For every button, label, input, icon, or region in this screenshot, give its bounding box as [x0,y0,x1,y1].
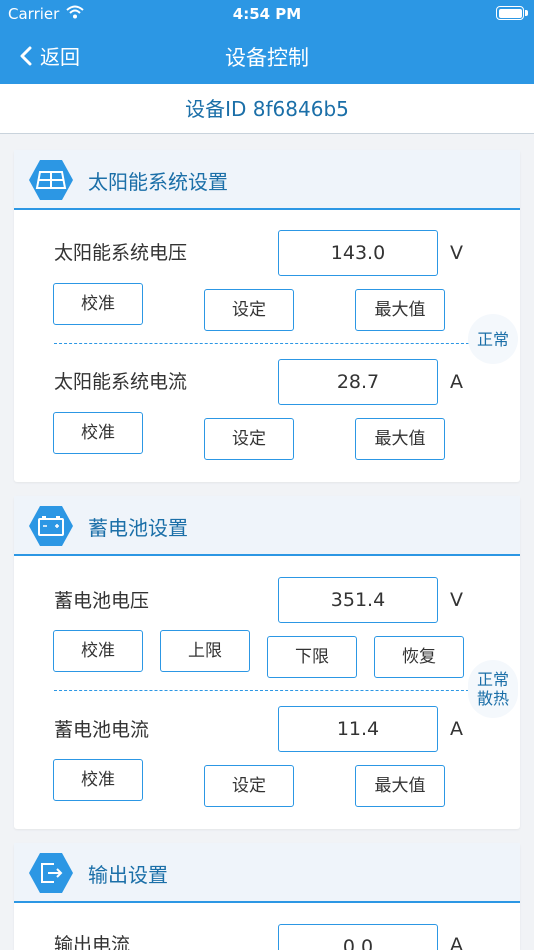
battery-current-max-button[interactable]: 最大值 [355,765,445,807]
solar-card-header: 太阳能系统设置 [14,150,520,210]
battery-status-badge: 正常 散热 [468,660,518,718]
battery-current-set-button[interactable]: 设定 [204,765,294,807]
battery-card-header: 蓄电池设置 [14,496,520,556]
battery-settings-card: 蓄电池设置 蓄电池电压 351.4 V 校准 上限 下限 恢复 正常 散热 蓄电… [14,496,520,829]
solar-settings-card: 太阳能系统设置 太阳能系统电压 143.0 V 校准 设定 最大值 正常 太阳能… [14,150,520,482]
device-id: 设备ID 8f6846b5 [0,84,534,134]
solar-voltage-calibrate-button[interactable]: 校准 [53,283,143,325]
page-title: 设备控制 [225,46,309,70]
battery-voltage-value: 351.4 [278,577,438,623]
solar-voltage-max-button[interactable]: 最大值 [355,289,445,331]
battery-restore-button[interactable]: 恢复 [374,636,464,678]
solar-voltage-value: 143.0 [278,230,438,276]
output-current-unit: A [450,934,463,950]
battery-lower-limit-button[interactable]: 下限 [267,636,357,678]
divider [54,690,474,691]
solar-current-unit: A [450,371,463,393]
battery-current-label: 蓄电池电流 [54,719,150,741]
divider [54,343,474,344]
output-settings-card: 输出设置 输出电流 0.0 A [14,843,520,950]
clock: 4:54 PM [232,5,302,23]
output-icon [29,853,73,893]
solar-voltage-label: 太阳能系统电压 [54,242,188,264]
solar-current-calibrate-button[interactable]: 校准 [53,412,143,454]
output-card-title: 输出设置 [88,863,168,887]
solar-current-max-button[interactable]: 最大值 [355,418,445,460]
status-bar: Carrier 4:54 PM [0,0,534,28]
battery-voltage-unit: V [450,589,463,611]
battery-icon [29,506,73,546]
solar-panel-icon [29,160,73,200]
nav-bar: 返回 设备控制 [0,28,534,84]
solar-status-badge: 正常 [468,314,518,364]
battery-upper-limit-button[interactable]: 上限 [160,630,250,672]
solar-current-value: 28.7 [278,359,438,405]
battery-icon [496,6,528,20]
battery-card-title: 蓄电池设置 [88,516,188,540]
output-card-header: 输出设置 [14,843,520,903]
battery-current-value: 11.4 [278,706,438,752]
output-current-label: 输出电流 [54,934,131,950]
solar-card-title: 太阳能系统设置 [88,170,228,194]
solar-voltage-unit: V [450,242,463,264]
battery-voltage-label: 蓄电池电压 [54,590,150,612]
solar-current-set-button[interactable]: 设定 [204,418,294,460]
battery-voltage-calibrate-button[interactable]: 校准 [53,630,143,672]
battery-current-calibrate-button[interactable]: 校准 [53,759,143,801]
solar-current-label: 太阳能系统电流 [54,371,188,393]
solar-voltage-set-button[interactable]: 设定 [204,289,294,331]
output-current-value: 0.0 [278,924,438,950]
battery-current-unit: A [450,718,463,740]
